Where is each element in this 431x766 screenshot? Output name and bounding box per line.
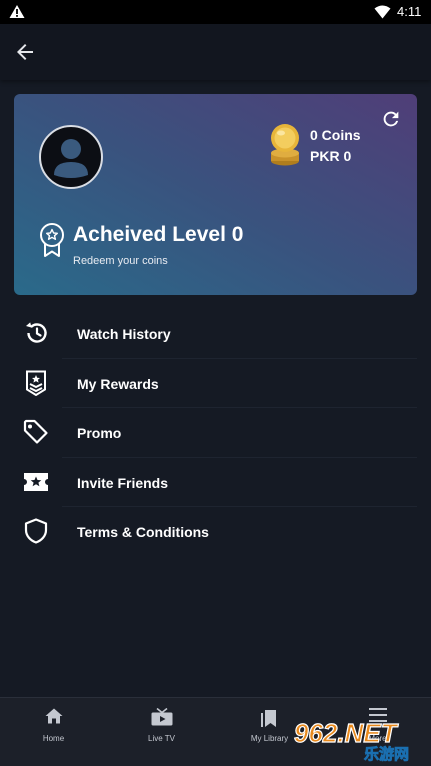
history-icon [26,322,47,343]
watermark-line1: 962.NET [294,718,399,748]
coins-count: 0 Coins [310,127,361,143]
watermark-line2: 乐游网 [364,745,409,762]
award-ribbon-icon [40,223,64,257]
menu-item-invite-friends[interactable]: Invite Friends [0,458,431,507]
tag-icon [23,419,48,444]
redeem-link[interactable]: Redeem your coins [73,255,168,267]
home-icon [45,708,62,724]
menu-item-promo[interactable]: Promo [0,408,431,458]
menu-label-promo: Promo [77,425,122,441]
menu-list: Watch History My Rewards Promo Invite Fr… [0,309,431,557]
tv-play-icon [151,708,172,726]
nav-label-home: Home [42,734,65,743]
watermark-logo: 962.NET 乐游网 [293,718,409,762]
coin-stack-icon [271,124,299,166]
menu-label-invite-friends: Invite Friends [77,474,169,491]
user-avatar-icon[interactable] [39,125,103,189]
bookmark-icon [260,710,276,727]
status-bar: 4:11 [0,0,431,24]
menu-label-my-rewards: My Rewards [77,375,159,392]
level-title: Acheived Level 0 [73,223,244,246]
app-bar [0,24,431,80]
profile-card: 0 Coins PKR 0 Acheived Level 0 Redeem yo… [14,94,417,295]
nav-live-tv[interactable]: Live TV [108,698,215,766]
menu-label-watch-history: Watch History [77,326,171,342]
nav-label-live-tv: Live TV [148,734,175,743]
ticket-star-icon [24,472,48,491]
menu-item-watch-history[interactable]: Watch History [0,309,431,359]
refresh-icon[interactable] [380,108,402,130]
warning-icon [9,5,25,18]
rewards-badge-icon [26,370,46,396]
pkr-balance: PKR 0 [310,148,352,164]
status-time: 4:11 [397,4,422,19]
menu-item-my-rewards[interactable]: My Rewards [0,359,431,408]
nav-home[interactable]: Home [0,698,107,766]
arrow-left-icon[interactable] [13,40,37,64]
menu-item-terms-conditions[interactable]: Terms & Conditions [0,507,431,557]
wifi-icon [374,5,391,19]
menu-label-terms-conditions: Terms & Conditions [77,524,209,540]
shield-icon [24,518,48,544]
